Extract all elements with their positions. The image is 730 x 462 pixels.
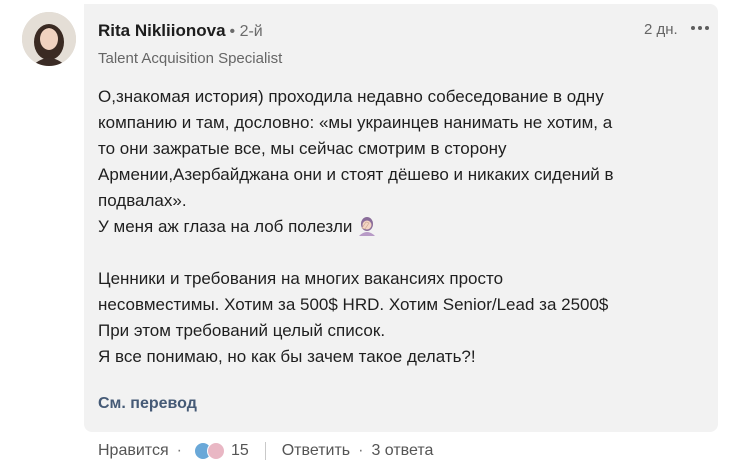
more-options-icon[interactable] xyxy=(689,18,711,38)
comment-line: Ценники и требования на многих вакансиях… xyxy=(98,269,504,288)
avatar-image xyxy=(22,12,76,66)
separator-dot: · xyxy=(358,442,364,459)
connection-degree: • 2-й xyxy=(229,23,263,40)
facepalm-woman-icon xyxy=(356,215,378,245)
comment-line-with-emoji: У меня аж глаза на лоб полезли xyxy=(98,214,710,240)
author-headline: Talent Acquisition Specialist xyxy=(98,50,283,67)
comment-text: О,знакомая история) проходила недавно со… xyxy=(98,84,710,370)
comment-line: компанию и там, дословно: «мы украинцев … xyxy=(98,113,613,132)
comment-line: Я все понимаю, но как бы зачем такое дел… xyxy=(98,347,476,366)
reaction-count: 15 xyxy=(230,442,249,459)
comment-line: несовместимы. Хотим за 500$ HRD. Хотим S… xyxy=(98,295,609,314)
reactions-summary[interactable]: 15 xyxy=(193,442,249,460)
comment-line: подвалах». xyxy=(98,191,187,210)
author-row: Rita Nikliionova • 2-й xyxy=(98,21,263,41)
comment-line xyxy=(98,240,710,266)
replies-count-link[interactable]: 3 ответа xyxy=(371,442,433,460)
comment-line: О,знакомая история) проходила недавно со… xyxy=(98,87,604,106)
comment-line: Армении,Азербайджана они и стоят дёшево … xyxy=(98,165,614,184)
see-translation-link[interactable]: См. перевод xyxy=(98,395,197,413)
separator-dot: · xyxy=(176,442,182,459)
comment-line: При этом требований целый список. xyxy=(98,321,386,340)
timestamp: 2 дн. xyxy=(644,21,678,38)
comment-line: У меня аж глаза на лоб полезли xyxy=(98,217,353,236)
comment-line: то они зажратые все, мы сейчас смотрим в… xyxy=(98,139,507,158)
author-name[interactable]: Rita Nikliionova xyxy=(98,21,226,41)
action-divider xyxy=(264,442,266,460)
comment-actions: Нравится · 15 Ответить · 3 ответа xyxy=(98,439,433,462)
avatar[interactable] xyxy=(22,12,76,66)
like-button[interactable]: Нравится xyxy=(98,442,169,460)
comment-card: Rita Nikliionova • 2-й Talent Acquisitio… xyxy=(84,4,718,432)
support-icon xyxy=(206,442,225,460)
reply-button[interactable]: Ответить xyxy=(282,442,350,460)
